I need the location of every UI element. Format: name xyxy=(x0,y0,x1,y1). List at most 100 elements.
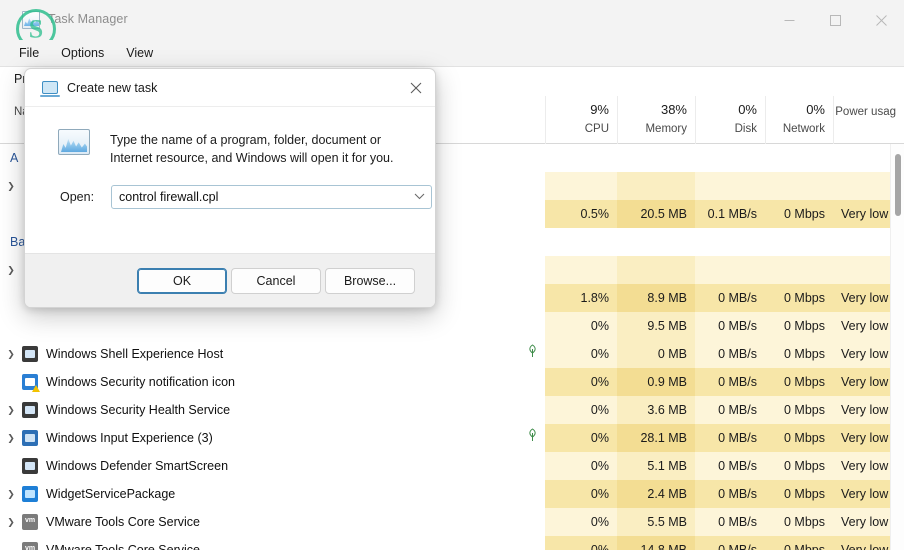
cell-power: Very low xyxy=(833,508,890,536)
cell-memory: 9.5 MB xyxy=(617,312,695,340)
menu-bar: File Options View xyxy=(0,40,904,66)
cell-memory: 8.9 MB xyxy=(617,284,695,312)
column-pct-disk: 0% xyxy=(696,101,765,118)
table-row[interactable]: ❯vmVMware Tools Core Service0%5.5 MB0 MB… xyxy=(0,508,890,536)
cell-power: Very low xyxy=(833,200,890,228)
ok-button[interactable]: OK xyxy=(137,268,227,294)
table-row[interactable]: 0%9.5 MB0 MB/s0 MbpsVery low xyxy=(0,312,890,340)
cell-network: 0 Mbps xyxy=(765,368,833,396)
table-row[interactable]: Windows Defender SmartScreen0%5.1 MB0 MB… xyxy=(0,452,890,480)
cell-disk: 0 MB/s xyxy=(695,396,765,424)
cell-power: Very low xyxy=(833,368,890,396)
column-label-disk: Disk xyxy=(696,121,765,137)
expand-chevron-icon[interactable]: ❯ xyxy=(0,181,22,192)
cell-memory: 3.6 MB xyxy=(617,396,695,424)
cancel-button[interactable]: Cancel xyxy=(231,268,321,294)
cell-memory: 14.8 MB xyxy=(617,536,695,550)
cell-disk xyxy=(695,172,765,200)
column-label-memory: Memory xyxy=(618,121,695,137)
cell-power: Very low xyxy=(833,284,890,312)
row-icon-placeholder xyxy=(22,318,38,334)
new-task-icon xyxy=(42,81,58,94)
table-row[interactable]: ❯WidgetServicePackage0%2.4 MB0 MB/s0 Mbp… xyxy=(0,480,890,508)
group-label: Ba xyxy=(0,235,25,249)
column-header-network[interactable]: 0%Network xyxy=(765,96,833,144)
cell-disk: 0 MB/s xyxy=(695,284,765,312)
maximize-icon[interactable] xyxy=(812,0,858,40)
cell-cpu: 0% xyxy=(545,452,617,480)
expand-chevron-icon[interactable]: ❯ xyxy=(0,265,22,276)
cell-disk: 0.1 MB/s xyxy=(695,200,765,228)
column-pct-cpu: 9% xyxy=(546,101,617,118)
cell-disk: 0 MB/s xyxy=(695,452,765,480)
chevron-down-icon[interactable] xyxy=(407,192,431,202)
cell-disk: 0 MB/s xyxy=(695,312,765,340)
title-bar: Task Manager S xyxy=(0,0,904,40)
minimize-icon[interactable] xyxy=(766,0,812,40)
close-icon[interactable] xyxy=(858,0,904,40)
scrollbar-thumb[interactable] xyxy=(895,154,901,216)
menu-view[interactable]: View xyxy=(117,43,162,63)
efficiency-mode-leaf-icon xyxy=(524,424,540,452)
cell-cpu: 0% xyxy=(545,368,617,396)
cell-memory: 2.4 MB xyxy=(617,480,695,508)
dialog-close-icon[interactable] xyxy=(395,69,436,107)
dialog-title: Create new task xyxy=(67,81,157,95)
expand-chevron-icon[interactable]: ❯ xyxy=(0,433,22,444)
cell-disk: 0 MB/s xyxy=(695,536,765,550)
cell-power: Very low xyxy=(833,312,890,340)
browse-button[interactable]: Browse... xyxy=(325,268,415,294)
cell-cpu: 0% xyxy=(545,480,617,508)
menu-file[interactable]: File xyxy=(10,43,48,63)
cell-cpu: 0% xyxy=(545,340,617,368)
table-row[interactable]: ❯Windows Shell Experience Host0%0 MB0 MB… xyxy=(0,340,890,368)
dialog-footer: OK Cancel Browse... xyxy=(25,253,436,307)
cell-network: 0 Mbps xyxy=(765,200,833,228)
cell-power: Very low xyxy=(833,536,890,550)
create-new-task-dialog: Create new task Type the name of a progr… xyxy=(24,68,436,308)
app-title: Task Manager xyxy=(48,12,128,26)
table-row[interactable]: ❯Windows Input Experience (3)0%28.1 MB0 … xyxy=(0,424,890,452)
table-row[interactable]: ❯Windows Security Health Service0%3.6 MB… xyxy=(0,396,890,424)
cell-cpu: 0.5% xyxy=(545,200,617,228)
column-label-network: Network xyxy=(766,121,833,137)
expand-chevron-icon[interactable]: ❯ xyxy=(0,405,22,416)
dialog-description: Type the name of a program, folder, docu… xyxy=(110,131,420,167)
table-row[interactable]: vmVMware Tools Core Service0%14.8 MB0 MB… xyxy=(0,536,890,550)
cell-power xyxy=(833,256,890,284)
cell-cpu xyxy=(545,256,617,284)
cell-power: Very low xyxy=(833,452,890,480)
cell-disk: 0 MB/s xyxy=(695,508,765,536)
cell-power: Very low xyxy=(833,424,890,452)
cell-network: 0 Mbps xyxy=(765,452,833,480)
task-manager-icon xyxy=(22,11,40,29)
dialog-title-bar: Create new task xyxy=(25,69,436,107)
window-controls xyxy=(766,0,904,40)
column-header-power[interactable]: Power usag xyxy=(833,96,904,144)
cell-network: 0 Mbps xyxy=(765,480,833,508)
open-input[interactable]: control firewall.cpl xyxy=(112,190,407,204)
column-label-cpu: CPU xyxy=(546,121,617,137)
cell-memory: 0 MB xyxy=(617,340,695,368)
table-row[interactable]: Windows Security notification icon0%0.9 … xyxy=(0,368,890,396)
expand-chevron-icon[interactable]: ❯ xyxy=(0,349,22,360)
cell-memory: 0.9 MB xyxy=(617,368,695,396)
widget-icon xyxy=(22,486,38,502)
expand-chevron-icon[interactable]: ❯ xyxy=(0,489,22,500)
vmware-icon: vm xyxy=(22,514,38,530)
cell-power: Very low xyxy=(833,480,890,508)
open-combobox[interactable]: control firewall.cpl xyxy=(111,185,432,209)
vertical-scrollbar[interactable] xyxy=(890,144,904,550)
cell-network xyxy=(765,172,833,200)
keyboard-icon xyxy=(22,430,38,446)
cell-disk: 0 MB/s xyxy=(695,480,765,508)
column-header-memory[interactable]: 38%Memory xyxy=(617,96,695,144)
cell-network: 0 Mbps xyxy=(765,312,833,340)
column-header-cpu[interactable]: 9% CPU xyxy=(545,96,617,144)
column-header-disk[interactable]: 0% Disk xyxy=(695,96,765,144)
expand-chevron-icon[interactable]: ❯ xyxy=(0,517,22,528)
menu-options[interactable]: Options xyxy=(52,43,113,63)
cell-power: Very low xyxy=(833,340,890,368)
shield-warning-icon xyxy=(22,374,38,390)
dialog-body: Type the name of a program, folder, docu… xyxy=(25,107,436,271)
